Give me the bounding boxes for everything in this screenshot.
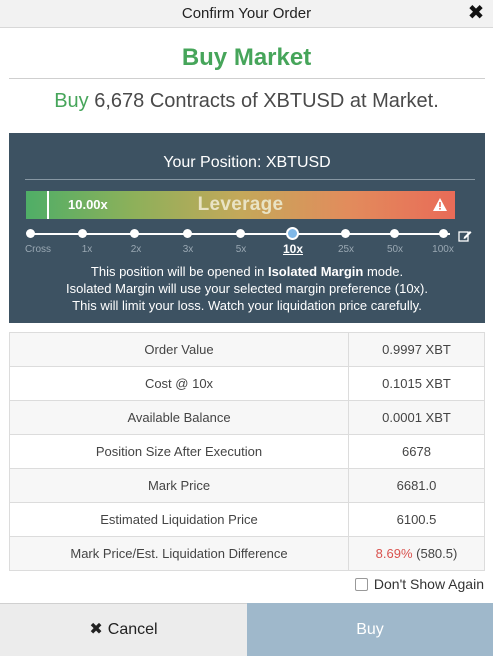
table-row: Available Balance 0.0001 XBT bbox=[9, 400, 485, 435]
detail-value: 6681.0 bbox=[348, 468, 485, 503]
leverage-bar[interactable]: 10.00x Leverage bbox=[26, 191, 455, 219]
detail-value: 8.69% (580.5) bbox=[348, 536, 485, 571]
leverage-stop-label[interactable]: Cross bbox=[18, 244, 58, 255]
buy-button-label: Buy bbox=[356, 621, 384, 638]
detail-label: Position Size After Execution bbox=[9, 434, 349, 469]
dialog-footer: ✖ Cancel Buy bbox=[0, 603, 493, 656]
leverage-stop-label[interactable]: 2x bbox=[116, 244, 156, 255]
close-icon: ✖ bbox=[89, 621, 103, 638]
divider bbox=[25, 179, 475, 180]
detail-label: Mark Price/Est. Liquidation Difference bbox=[9, 536, 349, 571]
dialog-title: Confirm Your Order bbox=[181, 5, 312, 22]
leverage-stop-25x[interactable] bbox=[341, 229, 350, 238]
order-side: Buy bbox=[54, 90, 89, 112]
dont-show-again-label[interactable]: Don't Show Again bbox=[374, 576, 484, 592]
order-summary-text: 6,678 Contracts of XBTUSD at Market. bbox=[88, 90, 439, 112]
leverage-stop-3x[interactable] bbox=[183, 229, 192, 238]
liquidation-diff-percent: 8.69% bbox=[375, 546, 413, 561]
liquidation-diff-amount: (580.5) bbox=[412, 546, 458, 561]
leverage-label: Leverage bbox=[197, 194, 284, 215]
leverage-stop-50x[interactable] bbox=[390, 229, 399, 238]
detail-value: 0.1015 XBT bbox=[348, 366, 485, 401]
position-panel: Your Position: XBTUSD 10.00x Leverage Cr… bbox=[9, 133, 485, 323]
order-summary: Buy 6,678 Contracts of XBTUSD at Market. bbox=[0, 90, 493, 113]
leverage-stop-5x[interactable] bbox=[236, 229, 245, 238]
detail-label: Order Value bbox=[9, 332, 349, 367]
table-row: Estimated Liquidation Price 6100.5 bbox=[9, 502, 485, 537]
detail-value: 0.0001 XBT bbox=[348, 400, 485, 435]
leverage-stop-label[interactable]: 1x bbox=[67, 244, 107, 255]
leverage-stop-2x[interactable] bbox=[130, 229, 139, 238]
edit-icon[interactable] bbox=[458, 229, 472, 243]
table-row: Mark Price 6681.0 bbox=[9, 468, 485, 503]
dont-show-again[interactable]: Don't Show Again bbox=[354, 576, 484, 592]
detail-value: 0.9997 XBT bbox=[348, 332, 485, 367]
buy-button[interactable]: Buy bbox=[247, 603, 493, 656]
dont-show-again-checkbox[interactable] bbox=[354, 578, 368, 591]
detail-label: Mark Price bbox=[9, 468, 349, 503]
position-title: Your Position: XBTUSD bbox=[163, 154, 331, 171]
info-text: This will limit your loss. Watch your li… bbox=[72, 298, 422, 313]
divider bbox=[9, 78, 485, 79]
info-text: This position will be opened in bbox=[90, 264, 268, 279]
detail-label: Available Balance bbox=[9, 400, 349, 435]
leverage-stop-label[interactable]: 25x bbox=[326, 244, 366, 255]
leverage-stop-label[interactable]: 3x bbox=[168, 244, 208, 255]
cancel-button[interactable]: ✖ Cancel bbox=[0, 603, 247, 656]
info-text: Isolated Margin will use your selected m… bbox=[65, 281, 428, 296]
leverage-stop-cross[interactable] bbox=[26, 229, 35, 238]
detail-label: Estimated Liquidation Price bbox=[9, 502, 349, 537]
table-row: Cost @ 10x 0.1015 XBT bbox=[9, 366, 485, 401]
close-icon[interactable]: ✖ bbox=[465, 2, 487, 24]
info-text: mode. bbox=[363, 264, 404, 279]
table-row: Order Value 0.9997 XBT bbox=[9, 332, 485, 367]
leverage-stop-label-selected[interactable]: 10x bbox=[273, 242, 313, 256]
margin-info: This position will be opened in Isolated… bbox=[9, 263, 485, 314]
detail-label: Cost @ 10x bbox=[9, 366, 349, 401]
detail-value: 6100.5 bbox=[348, 502, 485, 537]
info-emphasis: Isolated Margin bbox=[267, 264, 364, 279]
dialog-titlebar: Confirm Your Order ✖ bbox=[0, 0, 493, 28]
cancel-button-label: Cancel bbox=[107, 621, 158, 638]
leverage-stop-100x[interactable] bbox=[439, 229, 448, 238]
order-heading: Buy Market bbox=[181, 44, 312, 71]
leverage-slider-handle[interactable] bbox=[286, 227, 299, 240]
warning-icon bbox=[433, 198, 447, 211]
detail-value: 6678 bbox=[348, 434, 485, 469]
table-row: Mark Price/Est. Liquidation Difference 8… bbox=[9, 536, 485, 571]
leverage-stop-1x[interactable] bbox=[78, 229, 87, 238]
leverage-stop-label[interactable]: 50x bbox=[375, 244, 415, 255]
order-details-table: Order Value 0.9997 XBT Cost @ 10x 0.1015… bbox=[9, 332, 485, 571]
table-row: Position Size After Execution 6678 bbox=[9, 434, 485, 469]
leverage-stop-label[interactable]: 5x bbox=[221, 244, 261, 255]
leverage-stop-label[interactable]: 100x bbox=[423, 244, 463, 255]
